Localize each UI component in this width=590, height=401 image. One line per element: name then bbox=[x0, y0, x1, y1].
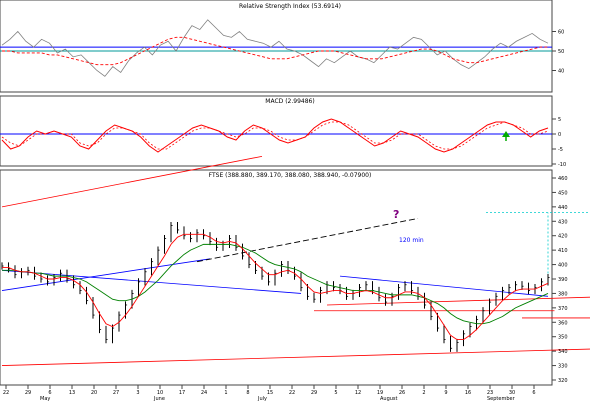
x-month-label: July bbox=[257, 396, 267, 401]
x-month-label: June bbox=[153, 396, 165, 401]
price-title: FTSE (388.880, 389.170, 388.080, 388.940… bbox=[209, 172, 372, 179]
x-tick-label: 29 bbox=[311, 390, 317, 396]
x-tick-label: 22 bbox=[3, 390, 9, 396]
price-tick-label: 430 bbox=[558, 219, 568, 225]
target-label: 120 min bbox=[399, 237, 424, 244]
rsi-frame bbox=[0, 0, 553, 93]
rsi-tick-label: 40 bbox=[558, 69, 564, 75]
x-month-label: August bbox=[380, 396, 398, 401]
question-mark: ? bbox=[393, 208, 399, 221]
macd-panel: MACD (2.99486) 5 0 -5 -10 bbox=[0, 95, 566, 168]
rsi-y-axis: 60 50 40 bbox=[552, 30, 564, 75]
x-tick-label: 26 bbox=[399, 390, 405, 396]
price-y-axis: 460 450 440 430 420 410 400 390 380 370 360 350 340 3… bbox=[552, 176, 568, 384]
price-tick-label: 420 bbox=[558, 234, 568, 240]
rsi-tick-label: 60 bbox=[558, 30, 564, 36]
macd-tick-label: 0 bbox=[558, 132, 561, 138]
x-tick-label: 29 bbox=[25, 390, 31, 396]
rsi-panel: Relative Strength Index (53.6914) 60 50 40 bbox=[0, 0, 564, 93]
price-tick-label: 320 bbox=[558, 378, 568, 384]
price-tick-label: 370 bbox=[558, 306, 568, 312]
macd-y-axis: 5 0 -5 -10 bbox=[552, 117, 566, 168]
x-tick-label: 2 bbox=[422, 390, 425, 396]
price-tick-label: 380 bbox=[558, 291, 568, 297]
price-tick-label: 340 bbox=[558, 349, 568, 355]
x-tick-label: 24 bbox=[201, 390, 207, 396]
macd-tick-label: -10 bbox=[558, 162, 566, 168]
price-tick-label: 360 bbox=[558, 320, 568, 326]
macd-frame bbox=[0, 95, 553, 167]
x-tick-label: 15 bbox=[267, 390, 273, 396]
price-tick-label: 410 bbox=[558, 248, 568, 254]
x-tick-label: 20 bbox=[91, 390, 97, 396]
x-tick-label: 8 bbox=[246, 390, 249, 396]
x-tick-label: 22 bbox=[289, 390, 295, 396]
price-tick-label: 460 bbox=[558, 176, 568, 182]
x-tick-label: 27 bbox=[113, 390, 119, 396]
rsi-title: Relative Strength Index (53.6914) bbox=[239, 3, 341, 10]
x-tick-label: 12 bbox=[355, 390, 361, 396]
price-tick-label: 350 bbox=[558, 335, 568, 341]
x-tick-label: 3 bbox=[136, 390, 139, 396]
x-tick-label: 13 bbox=[69, 390, 75, 396]
x-month-label: May bbox=[40, 396, 50, 401]
x-tick-label: 5 bbox=[334, 390, 337, 396]
x-tick-label: 1 bbox=[224, 390, 227, 396]
macd-tick-label: -5 bbox=[558, 147, 563, 153]
price-tick-label: 450 bbox=[558, 190, 568, 196]
x-axis: 22 29 6 13 20 27 3 10 17 24 1 8 15 22 29 5 12 19 26 2 9 16 23 3… bbox=[0, 384, 552, 401]
price-tick-label: 400 bbox=[558, 263, 568, 269]
price-tick-label: 390 bbox=[558, 277, 568, 283]
macd-title: MACD (2.99486) bbox=[265, 98, 314, 105]
x-month-label: September bbox=[487, 396, 516, 401]
price-panel: FTSE (388.880, 389.170, 388.080, 388.940… bbox=[0, 155, 590, 386]
x-tick-label: 6 bbox=[532, 390, 535, 396]
rsi-tick-label: 50 bbox=[558, 49, 564, 55]
x-tick-label: 16 bbox=[465, 390, 471, 396]
macd-tick-label: 5 bbox=[558, 117, 561, 123]
price-tick-label: 330 bbox=[558, 364, 568, 370]
x-tick-label: 9 bbox=[444, 390, 447, 396]
stock-chart: Relative Strength Index (53.6914) 605040… bbox=[0, 0, 590, 401]
price-tick-label: 440 bbox=[558, 205, 568, 211]
x-tick-label: 17 bbox=[179, 390, 185, 396]
